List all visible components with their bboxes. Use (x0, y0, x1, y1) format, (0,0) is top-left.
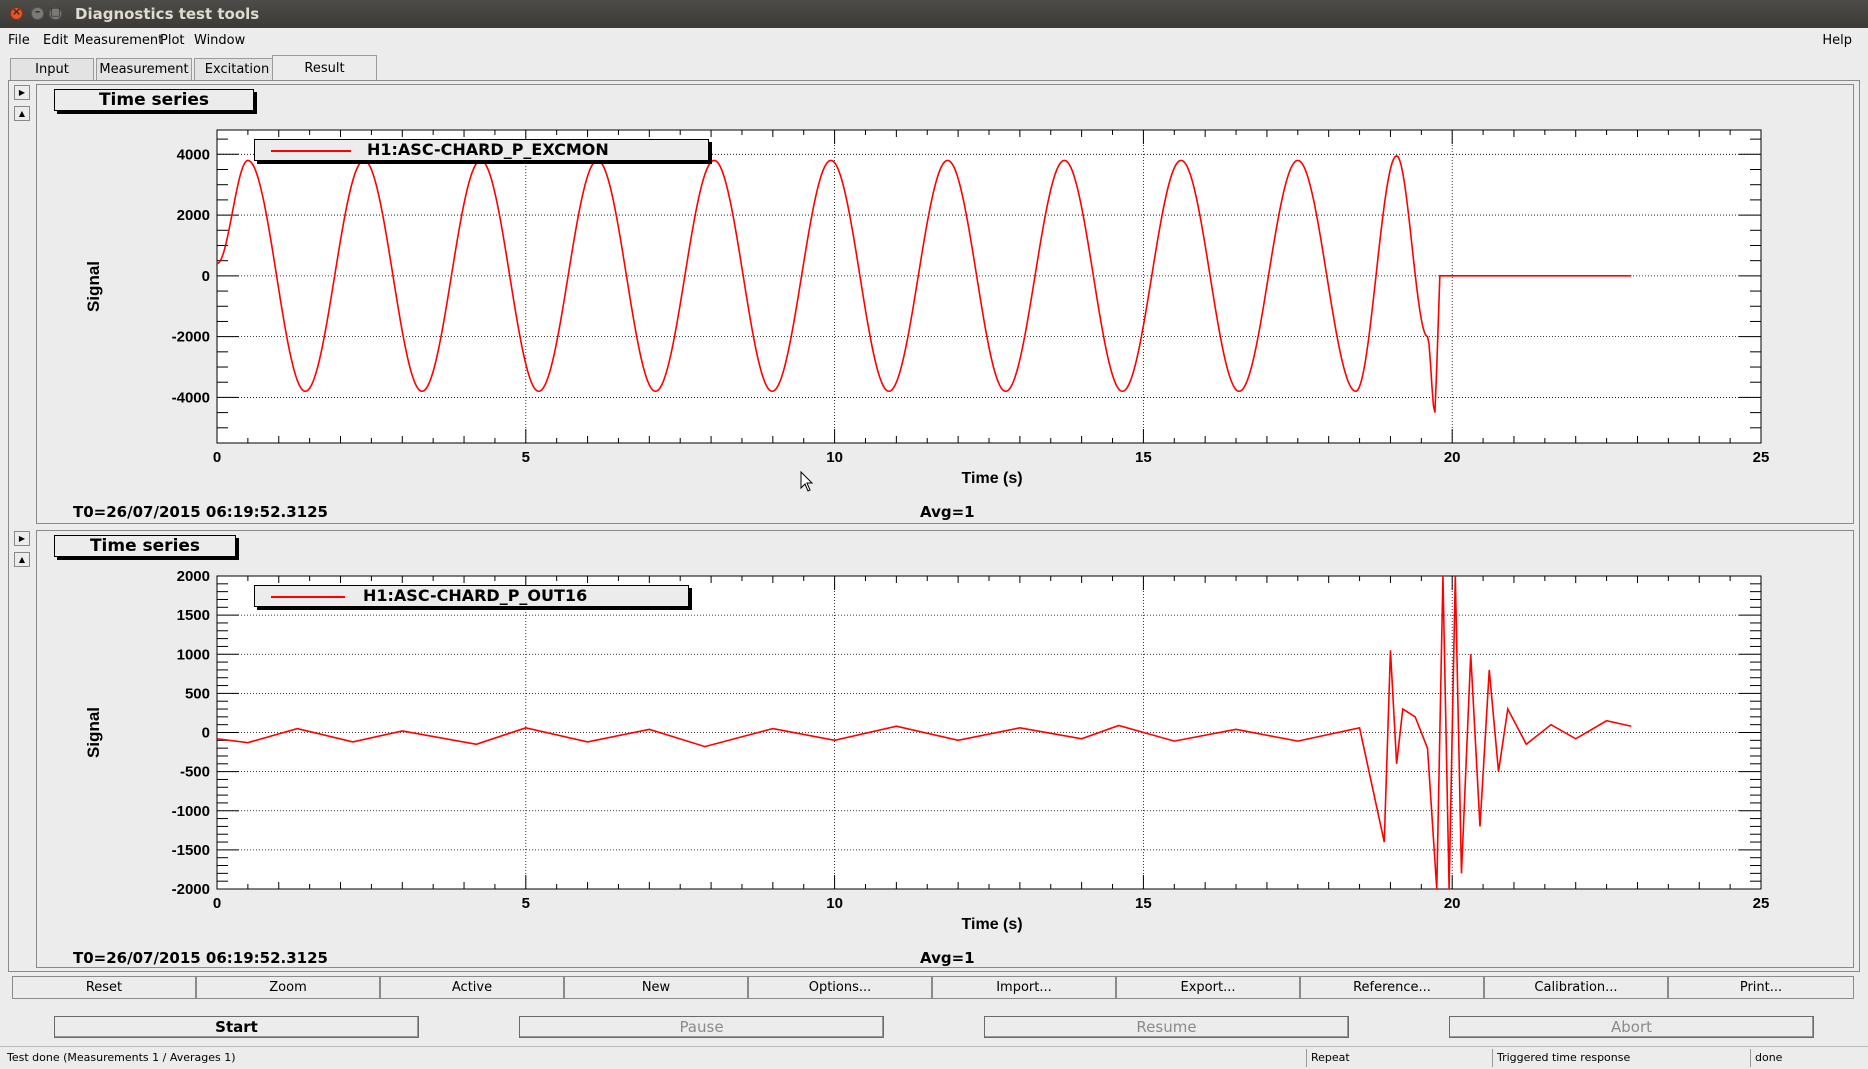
menu-measurement[interactable]: Measurement (74, 33, 163, 48)
menu-window[interactable]: Window (194, 33, 245, 48)
legend-label: H1:ASC-CHARD_P_EXCMON (367, 140, 609, 159)
legend-line (271, 150, 351, 152)
mouse-cursor-icon (800, 471, 814, 492)
legend-out16[interactable]: H1:ASC-CHARD_P_OUT16 (254, 585, 689, 607)
menu-file[interactable]: File (8, 33, 30, 48)
plot-1-title[interactable]: Time series (54, 89, 254, 111)
legend-line (271, 596, 345, 598)
window-titlebar: × – □ Diagnostics test tools (0, 0, 1868, 28)
close-icon[interactable]: × (10, 5, 23, 20)
import-button[interactable]: Import... (932, 976, 1116, 999)
reset-button[interactable]: Reset (12, 976, 196, 999)
avg-label: Avg=1 (920, 503, 975, 521)
options-button[interactable]: Options... (748, 976, 932, 999)
zoom-button[interactable]: Zoom (196, 976, 380, 999)
maximize-icon[interactable]: □ (49, 5, 62, 20)
t0-label: T0=26/07/2015 06:19:52.3125 (73, 949, 328, 967)
expand-right-icon[interactable]: ▶ (14, 531, 30, 546)
pause-button[interactable]: Pause (519, 1016, 884, 1038)
active-button[interactable]: Active (380, 976, 564, 999)
print-button[interactable]: Print... (1668, 976, 1854, 999)
tab-measurement[interactable]: Measurement (96, 58, 192, 80)
avg-label: Avg=1 (920, 949, 975, 967)
window-title: Diagnostics test tools (75, 5, 260, 23)
abort-button[interactable]: Abort (1449, 1016, 1814, 1038)
tab-excitation[interactable]: Excitation (194, 58, 280, 80)
expand-right-icon[interactable]: ▶ (14, 85, 30, 100)
tab-result[interactable]: Result (272, 55, 377, 81)
status-message: Test done (Measurements 1 / Averages 1) (7, 1051, 236, 1064)
minimize-icon[interactable]: – (31, 5, 44, 20)
resume-button[interactable]: Resume (984, 1016, 1349, 1038)
status-bar: Test done (Measurements 1 / Averages 1) … (0, 1046, 1868, 1069)
tab-input[interactable]: Input (10, 58, 94, 80)
status-test-type: Triggered time response (1492, 1049, 1750, 1067)
status-state: done (1750, 1049, 1868, 1067)
legend-excmon[interactable]: H1:ASC-CHARD_P_EXCMON (254, 139, 709, 161)
status-mode: Repeat (1306, 1049, 1492, 1067)
menu-edit[interactable]: Edit (43, 33, 68, 48)
start-button[interactable]: Start (54, 1016, 419, 1038)
reference-button[interactable]: Reference... (1300, 976, 1484, 999)
plot-2-title[interactable]: Time series (54, 535, 236, 557)
menu-help[interactable]: Help (1822, 33, 1852, 48)
t0-label: T0=26/07/2015 06:19:52.3125 (73, 503, 328, 521)
action-button-row: Reset Zoom Active New Options... Import.… (12, 976, 1854, 999)
legend-label: H1:ASC-CHARD_P_OUT16 (363, 586, 588, 605)
menu-plot[interactable]: Plot (160, 33, 185, 48)
collapse-up-icon[interactable]: ▲ (14, 106, 30, 121)
new-button[interactable]: New (564, 976, 748, 999)
export-button[interactable]: Export... (1116, 976, 1300, 999)
menu-bar: File Edit Measurement Plot Window Help (0, 28, 1868, 54)
calibration-button[interactable]: Calibration... (1484, 976, 1668, 999)
collapse-up-icon[interactable]: ▲ (14, 552, 30, 567)
